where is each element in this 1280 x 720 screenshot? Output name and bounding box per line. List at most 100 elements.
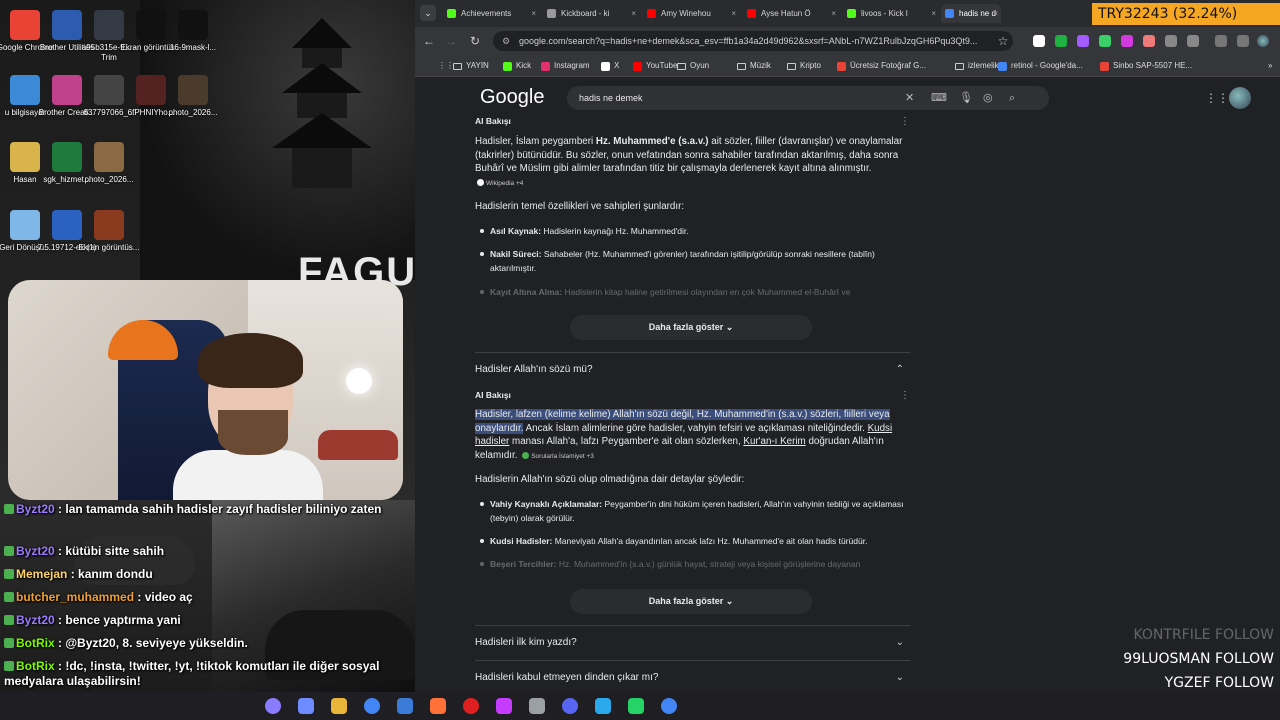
chat-text: lan tamamda sahih hadisler zayıf hadisle… — [65, 502, 382, 516]
follower-name: 99LUOSMAN — [1123, 651, 1211, 667]
extension-icon-7[interactable] — [1165, 35, 1177, 47]
bookmark-item[interactable]: Kripto — [787, 59, 821, 73]
bullet-vahiy: Vahiy Kaynaklı Açıklamalar: Peygamber'in… — [480, 497, 910, 525]
bookmark-label: Kick — [516, 61, 532, 70]
question-kabul-etmeyen[interactable]: Hadisleri kabul etmeyen dinden çıkar mı?… — [475, 660, 910, 694]
tab-close-icon[interactable]: × — [631, 4, 636, 23]
browser-tab[interactable]: Ayse Hatun Ö × — [743, 4, 839, 23]
desktop-icon[interactable]: 16-9mask-l... — [158, 10, 228, 53]
back-button[interactable]: ← — [421, 33, 437, 49]
media-icon[interactable] — [1237, 35, 1249, 47]
tab-close-icon[interactable]: × — [931, 4, 936, 23]
desktop-icon[interactable]: Ekran görüntüs... — [74, 210, 144, 253]
address-bar[interactable]: ⚙ google.com/search?q=hadis+ne+demek&sca… — [493, 31, 1013, 51]
taskbar-app-icon[interactable] — [265, 698, 281, 714]
show-more-button[interactable]: Daha fazla göster ⌄ — [570, 315, 812, 340]
bookmark-item[interactable]: YouTube — [633, 59, 677, 73]
bookmarks-bar: ⋮⋮ YAYIN Kick Instagram X YouTube Oyun Müzik Kr… — [415, 55, 1280, 77]
bookmark-item[interactable]: Müzik — [737, 59, 771, 73]
extension-icon-4[interactable] — [1099, 35, 1111, 47]
keyboard-icon[interactable]: ⌨ — [931, 86, 947, 110]
tab-close-icon[interactable]: × — [731, 4, 736, 23]
search-input[interactable]: hadis ne demek ✕ ⌨ 🎙 ◎ ⌕ — [567, 86, 1049, 110]
chat-username[interactable]: Memejan — [16, 567, 67, 581]
clear-icon[interactable]: ✕ — [905, 86, 914, 110]
taskbar-app-icon[interactable] — [661, 698, 677, 714]
taskbar-app-icon[interactable] — [397, 698, 413, 714]
chat-username[interactable]: BotRix — [16, 636, 55, 650]
browser-tab[interactable]: Kickboard - ki × — [543, 4, 639, 23]
tab-search-button[interactable]: ⌄ — [420, 5, 436, 21]
desktop-icon[interactable]: photo_2026... — [158, 75, 228, 118]
extension-icon-1[interactable] — [1033, 35, 1045, 47]
bookmark-star-icon[interactable]: ☆ — [995, 33, 1011, 49]
extension-icon-3[interactable] — [1077, 35, 1089, 47]
reload-button[interactable]: ↻ — [467, 33, 483, 49]
browser-tab[interactable]: hadis ne d × — [941, 4, 1001, 23]
extension-icon-2[interactable] — [1055, 35, 1067, 47]
browser-tab[interactable]: livoos - Kick l × — [843, 4, 939, 23]
chat-message: butcher_muhammed : video aç — [4, 590, 404, 605]
taskbar-app-icon[interactable] — [298, 698, 314, 714]
tab-close-icon[interactable]: × — [993, 4, 998, 23]
chat-username[interactable]: Byzt20 — [16, 502, 55, 516]
chat-username[interactable]: BotRix — [16, 659, 55, 673]
extension-icon-6[interactable] — [1143, 35, 1155, 47]
google-logo[interactable]: Google — [480, 86, 545, 109]
search-query: hadis ne demek — [579, 93, 643, 103]
taskbar-app-icon[interactable] — [595, 698, 611, 714]
site-info-icon[interactable]: ⚙ — [502, 31, 510, 51]
google-account-avatar[interactable] — [1229, 87, 1251, 109]
taskbar-app-icon[interactable] — [364, 698, 380, 714]
taskbar-app-icon[interactable] — [529, 698, 545, 714]
source-chip-wikipedia[interactable]: Wikipedia +4 — [475, 177, 523, 191]
extension-icon-5[interactable] — [1121, 35, 1133, 47]
reading-list-icon[interactable] — [1215, 35, 1227, 47]
chat-username[interactable]: butcher_muhammed — [16, 590, 134, 604]
bookmark-item[interactable]: Kick — [503, 59, 531, 73]
question-ilk-kim-yazdi[interactable]: Hadisleri ilk kim yazdı? ⌄ — [475, 625, 910, 659]
taskbar-app-icon[interactable] — [430, 698, 446, 714]
bookmark-item[interactable]: Oyun — [677, 59, 709, 73]
youtube-icon — [633, 62, 642, 71]
taskbar-app-icon[interactable] — [562, 698, 578, 714]
tab-close-icon[interactable]: × — [831, 4, 836, 23]
extensions-puzzle-icon[interactable] — [1187, 35, 1199, 47]
taskbar-app-icon[interactable] — [496, 698, 512, 714]
microphone-icon[interactable]: 🎙 — [959, 86, 973, 110]
apps-grid-icon[interactable]: ⋮⋮ — [425, 59, 454, 73]
bookmark-item[interactable]: X — [601, 59, 619, 73]
bookmark-item[interactable]: Ücretsiz Fotoğraf G... — [837, 59, 926, 73]
bookmark-item[interactable]: retinol - Google'da... — [998, 59, 1083, 73]
desktop-icon[interactable]: photo_2026... — [74, 142, 144, 185]
ai-overview-menu-icon[interactable]: ⋮ — [900, 115, 910, 129]
forward-button[interactable]: → — [443, 33, 459, 49]
profile-avatar[interactable] — [1257, 35, 1269, 47]
bookmark-label: YouTube — [646, 61, 678, 70]
bookmark-item[interactable]: Sinbo SAP-5507 HE... — [1100, 59, 1192, 73]
show-more-button-2[interactable]: Daha fazla göster ⌄ — [570, 589, 812, 614]
chat-separator: : — [134, 590, 145, 604]
taskbar-app-icon[interactable] — [331, 698, 347, 714]
bookmark-label: Kripto — [800, 61, 821, 70]
ai-overview-menu-icon-2[interactable]: ⋮ — [900, 389, 910, 403]
folder-icon — [787, 63, 796, 70]
bookmark-item[interactable]: Instagram — [541, 59, 590, 73]
chat-username[interactable]: Byzt20 — [16, 613, 55, 627]
chat-badge-icon — [4, 615, 14, 625]
more-bookmarks-icon[interactable]: » — [1255, 59, 1272, 73]
search-icon[interactable]: ⌕ — [1009, 86, 1015, 110]
taskbar-app-icon[interactable] — [463, 698, 479, 714]
desktop-icon-label: photo_2026... — [168, 108, 218, 117]
tab-close-icon[interactable]: × — [531, 4, 536, 23]
browser-tab[interactable]: Achievements × — [443, 4, 539, 23]
taskbar-app-icon[interactable] — [628, 698, 644, 714]
browser-tab[interactable]: Amy Winehou × — [643, 4, 739, 23]
source-chip-sorularla[interactable]: Sorularla İslamiyet +3 — [520, 450, 594, 464]
lens-icon[interactable]: ◎ — [983, 86, 993, 110]
chat-username[interactable]: Byzt20 — [16, 544, 55, 558]
link-kuran[interactable]: Kur'an-ı Kerim — [743, 436, 805, 447]
question-hadis-allah-sozu[interactable]: Hadisler Allah'ın sözü mü? ⌃ — [475, 352, 910, 386]
bookmark-item[interactable]: izlemelik — [955, 59, 999, 73]
bookmark-item[interactable]: YAYIN — [453, 59, 489, 73]
